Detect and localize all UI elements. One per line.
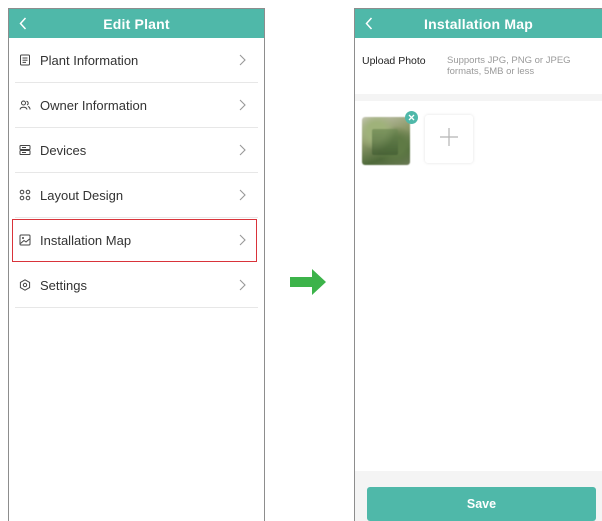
edit-plant-screen: Edit Plant Plant Information Owner Infor… — [8, 8, 265, 521]
add-photo-button[interactable] — [425, 115, 473, 163]
menu-item-label: Owner Information — [40, 97, 147, 113]
users-icon — [19, 99, 31, 111]
menu-item-owner-information[interactable]: Owner Information — [15, 83, 258, 128]
menu-item-label: Plant Information — [40, 52, 139, 68]
upload-photo-label: Upload Photo — [362, 55, 426, 67]
menu-item-label: Installation Map — [40, 232, 132, 248]
footer: Save — [355, 471, 602, 521]
photo-thumbnail[interactable] — [362, 117, 410, 165]
installation-map-screen: Installation Map Upload Photo Supports J… — [354, 8, 602, 521]
image-icon — [19, 234, 31, 246]
photo-grid — [355, 101, 602, 171]
menu-item-layout-design[interactable]: Layout Design — [15, 173, 258, 218]
chevron-left-icon[interactable] — [362, 15, 376, 31]
chevron-left-icon[interactable] — [16, 15, 30, 31]
installation-map-header: Installation Map — [355, 9, 602, 38]
edit-plant-menu: Plant Information Owner Information Devi… — [9, 38, 264, 308]
edit-plant-header: Edit Plant — [9, 9, 264, 38]
chevron-right-icon — [239, 233, 246, 251]
plus-icon — [439, 127, 459, 152]
chevron-right-icon — [239, 188, 246, 206]
menu-item-devices[interactable]: Devices — [15, 128, 258, 173]
menu-item-label: Layout Design — [40, 187, 124, 203]
chevron-right-icon — [239, 278, 246, 296]
menu-item-label: Devices — [40, 142, 87, 158]
page-title: Edit Plant — [103, 15, 170, 32]
chevron-right-icon — [239, 98, 246, 116]
upload-photo-row: Upload Photo Supports JPG, PNG or JPEG f… — [355, 38, 602, 101]
close-icon[interactable] — [405, 111, 418, 124]
upload-hint: Supports JPG, PNG or JPEG formats, 5MB o… — [447, 55, 571, 77]
menu-item-plant-information[interactable]: Plant Information — [15, 38, 258, 83]
arrow-right-icon — [288, 267, 328, 302]
layout-icon — [19, 189, 31, 201]
document-icon — [19, 54, 31, 66]
server-icon — [19, 144, 31, 156]
save-button[interactable]: Save — [367, 487, 596, 521]
page-title: Installation Map — [424, 15, 533, 32]
menu-item-installation-map[interactable]: Installation Map — [11, 218, 258, 263]
settings-icon — [19, 279, 31, 291]
chevron-right-icon — [239, 53, 246, 71]
menu-item-settings[interactable]: Settings — [15, 263, 258, 308]
chevron-right-icon — [239, 143, 246, 161]
menu-item-label: Settings — [40, 277, 87, 293]
